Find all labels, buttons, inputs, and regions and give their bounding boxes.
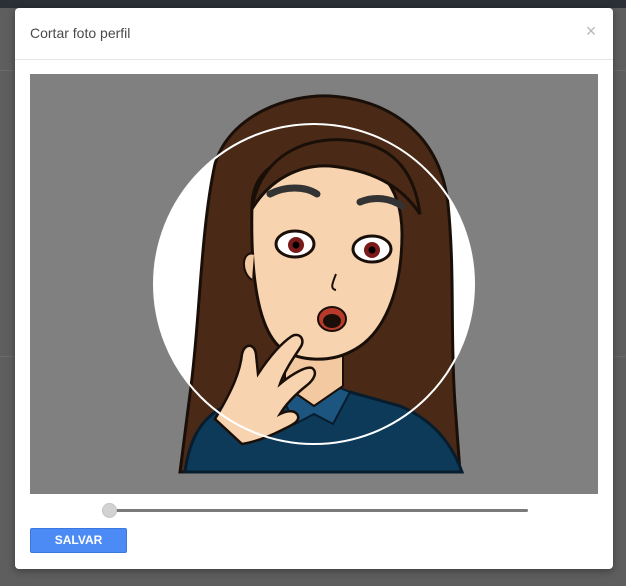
modal-header: Cortar foto perfil × <box>15 8 613 60</box>
app-topbar <box>0 0 626 8</box>
close-icon[interactable]: × <box>583 22 599 40</box>
zoom-slider[interactable] <box>102 503 528 519</box>
crop-profile-photo-modal: Cortar foto perfil × SALVAR <box>15 8 613 569</box>
crop-canvas[interactable] <box>30 74 598 494</box>
save-button[interactable]: SALVAR <box>30 528 127 553</box>
zoom-slider-thumb[interactable] <box>102 503 117 518</box>
modal-title: Cortar foto perfil <box>30 25 131 41</box>
zoom-slider-track[interactable] <box>102 509 528 512</box>
profile-image <box>30 74 598 494</box>
